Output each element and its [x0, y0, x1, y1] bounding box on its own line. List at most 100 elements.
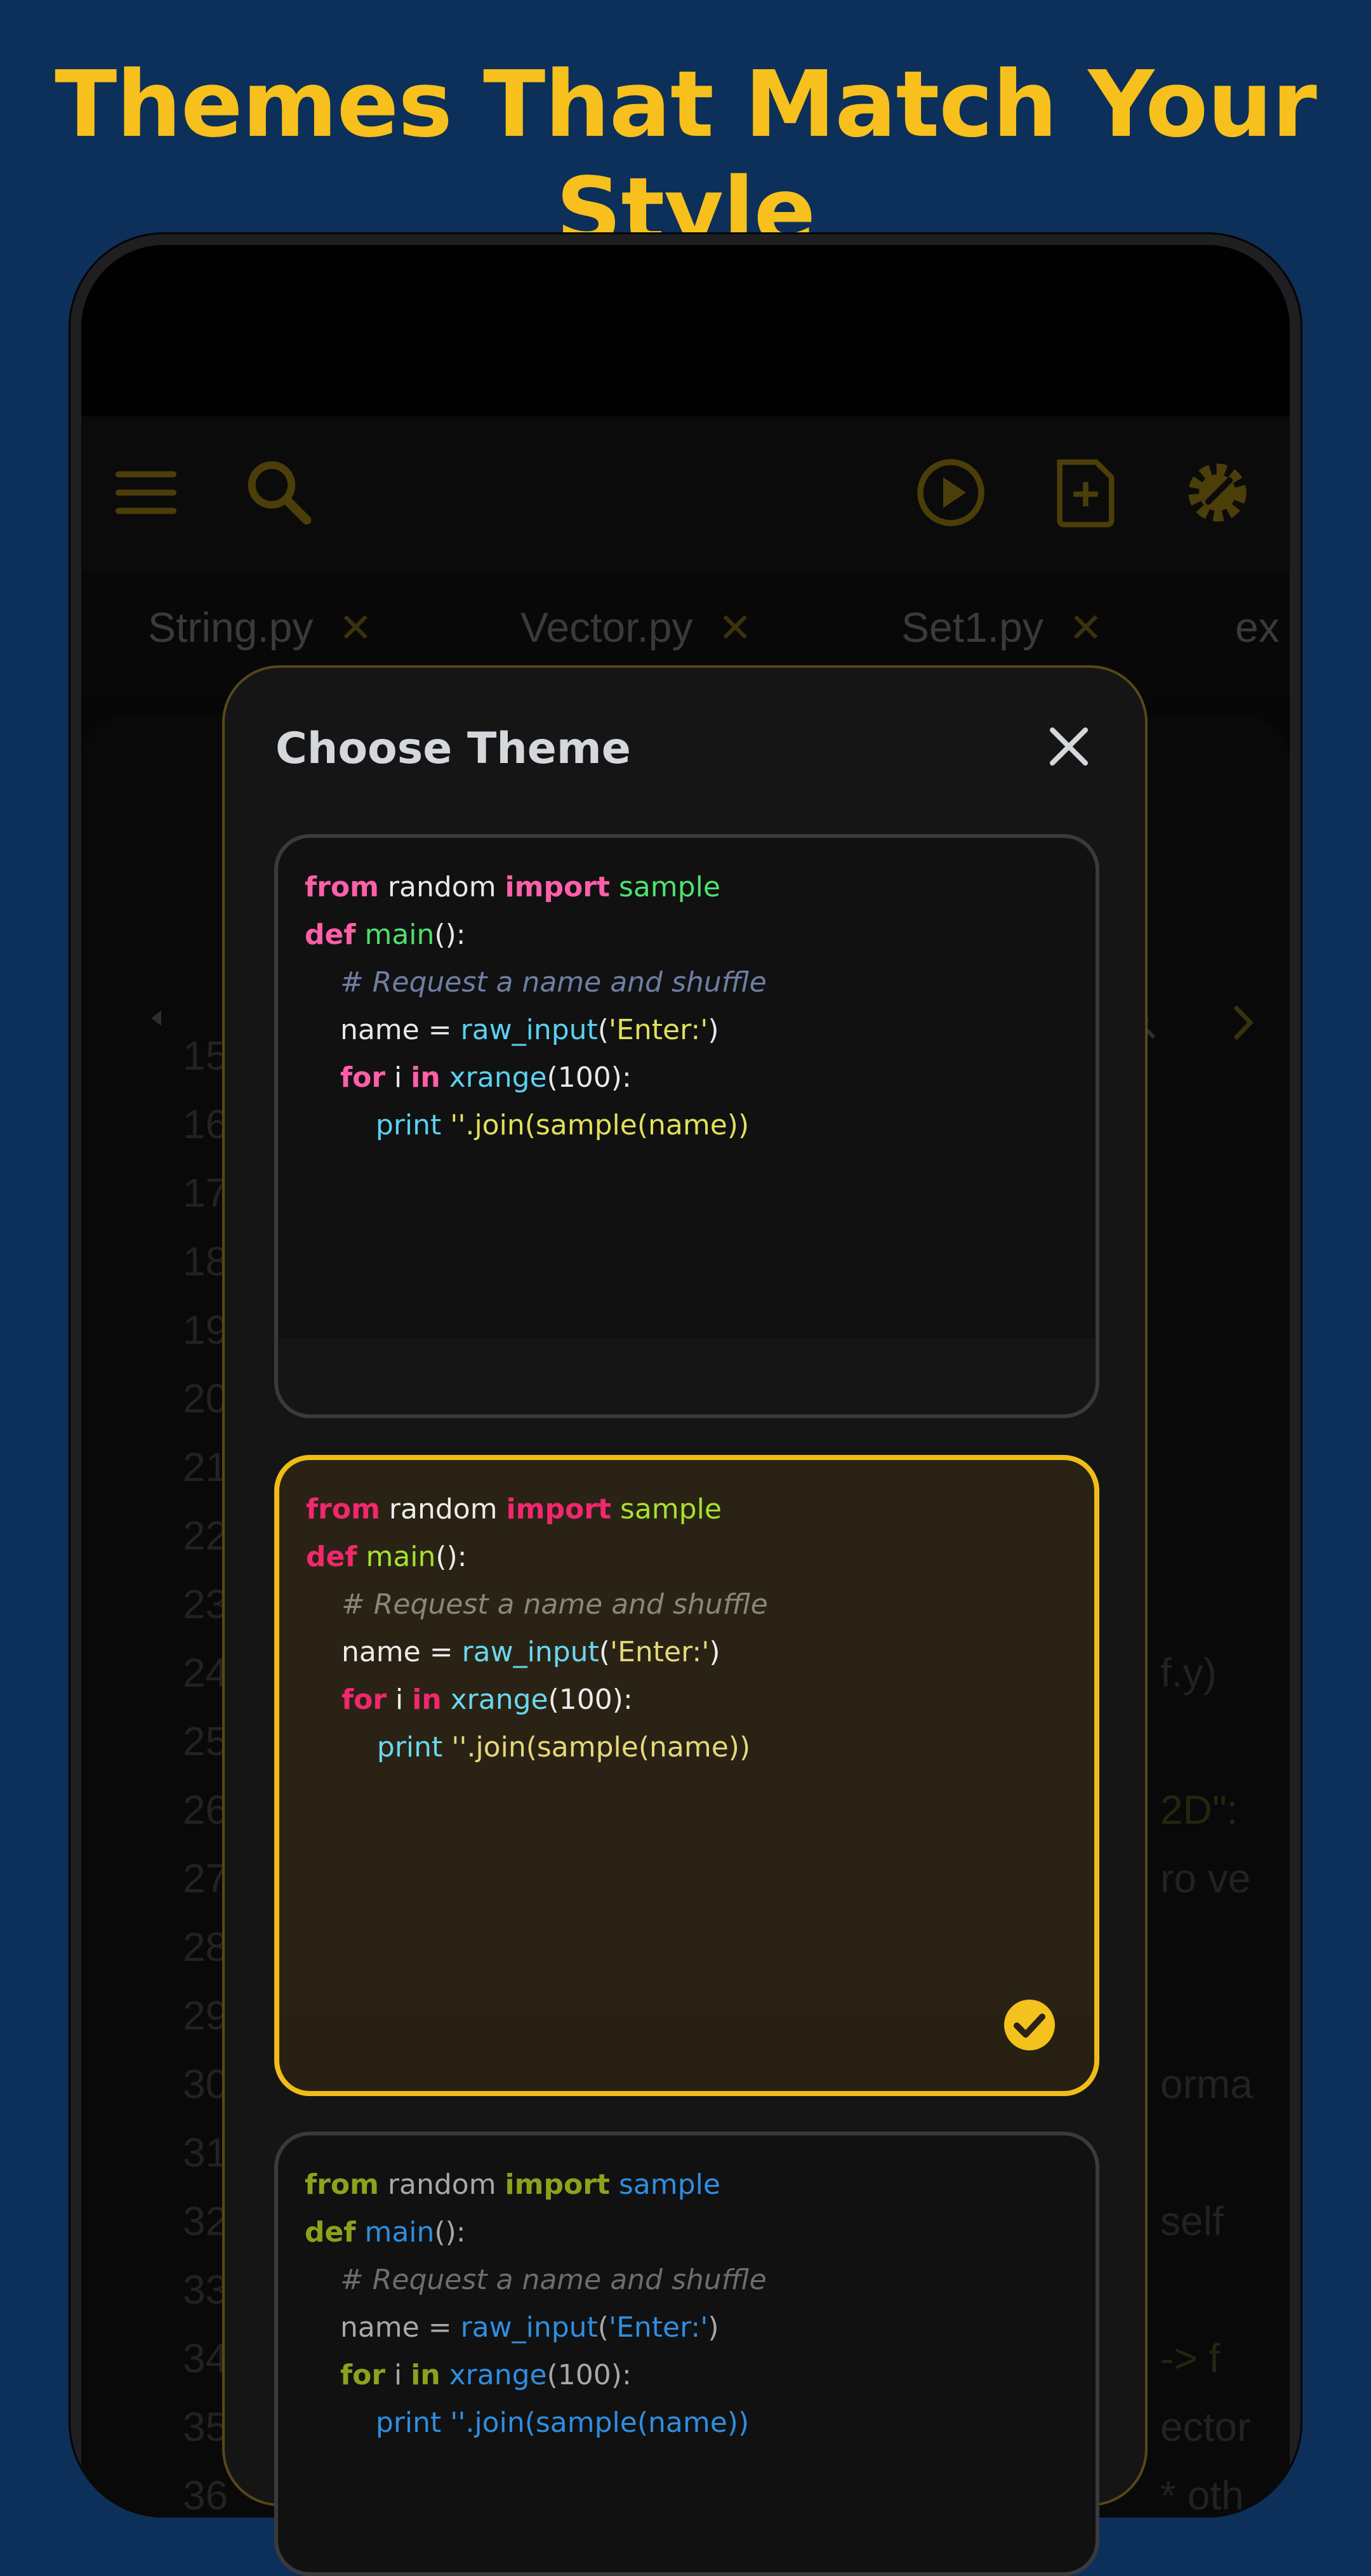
code-token: from: [306, 1493, 380, 1525]
code-line: name = raw_input('Enter:'): [305, 2304, 767, 2351]
theme-preview-code: from random import sample def main(): # R…: [305, 2161, 767, 2447]
code-token: import: [505, 871, 610, 903]
code-token: name =: [305, 2311, 461, 2344]
code-line: def main():: [305, 911, 767, 959]
code-token: raw_input: [460, 1014, 598, 1046]
code-token: name =: [306, 1636, 462, 1668]
choose-theme-dialog: Choose Theme from random import sample de…: [222, 665, 1148, 2576]
code-token: (100):: [546, 1061, 632, 1094]
code-token: name =: [305, 1014, 461, 1046]
code-token: from: [305, 871, 379, 903]
code-token: random: [378, 871, 505, 903]
code-token: for: [341, 1683, 387, 1716]
code-line: # Request a name and shuffle: [306, 1581, 768, 1628]
code-token: raw_input: [460, 2311, 598, 2344]
code-token: (: [597, 1014, 609, 1046]
code-line: name = raw_input('Enter:'): [305, 1006, 767, 1054]
code-token: 'Enter:': [608, 1014, 708, 1046]
code-line: for i in xrange(100):: [305, 1054, 767, 1101]
selected-check-icon: [1004, 2000, 1055, 2050]
code-token: 'Enter:': [608, 2311, 708, 2344]
card-footer: [278, 1338, 1096, 1414]
code-token: (: [599, 1636, 610, 1668]
code-token: main: [364, 919, 435, 951]
code-token: ''.join(sample(name)): [441, 1109, 750, 1141]
code-token: in: [411, 2359, 440, 2391]
code-line: for i in xrange(100):: [305, 2351, 767, 2399]
dialog-title: Choose Theme: [275, 724, 631, 774]
code-token: ): [708, 1014, 719, 1046]
code-token: main: [364, 2216, 435, 2248]
code-token: def: [305, 2216, 356, 2248]
code-token: i: [385, 2359, 411, 2391]
code-token: random: [380, 1493, 507, 1525]
code-token: ():: [434, 919, 466, 951]
code-token: (: [597, 2311, 609, 2344]
close-icon[interactable]: [1043, 721, 1094, 772]
code-token: for: [340, 2359, 386, 2391]
code-line: def main():: [305, 2208, 767, 2256]
code-token: xrange: [449, 2359, 547, 2391]
code-line: from random import sample: [306, 1485, 768, 1533]
code-token: print: [376, 1731, 443, 1763]
theme-card-2[interactable]: from random import sample def main(): # R…: [274, 1455, 1099, 2096]
code-token: def: [305, 919, 356, 951]
code-token: # Request a name and shuffle: [305, 2264, 767, 2296]
code-line: # Request a name and shuffle: [305, 959, 767, 1006]
code-token: main: [366, 1541, 436, 1573]
code-token: sample: [609, 871, 720, 903]
code-token: print: [375, 2407, 442, 2439]
code-line: print ''.join(sample(name)): [305, 2399, 767, 2447]
code-token: from: [305, 2168, 379, 2201]
code-token: for: [340, 1061, 386, 1094]
theme-card-3[interactable]: from random import sample def main(): # R…: [274, 2132, 1099, 2576]
code-token: (100):: [548, 1683, 633, 1716]
code-token: ''.join(sample(name)): [441, 2407, 750, 2439]
code-token: ): [709, 1636, 720, 1668]
code-token: sample: [609, 2168, 720, 2201]
code-token: 'Enter:': [609, 1636, 710, 1668]
code-line: from random import sample: [305, 2161, 767, 2208]
code-line: name = raw_input('Enter:'): [306, 1628, 768, 1676]
theme-preview-code: from random import sample def main(): # R…: [305, 863, 767, 1149]
code-token: ): [708, 2311, 719, 2344]
code-token: (100):: [546, 2359, 632, 2391]
code-token: ''.join(sample(name)): [442, 1731, 751, 1763]
code-line: print ''.join(sample(name)): [305, 1101, 767, 1149]
code-token: xrange: [449, 1061, 547, 1094]
code-token: # Request a name and shuffle: [305, 966, 767, 999]
code-token: def: [306, 1541, 357, 1573]
code-token: ():: [434, 2216, 466, 2248]
code-token: i: [387, 1683, 413, 1716]
code-token: raw_input: [461, 1636, 599, 1668]
code-line: print ''.join(sample(name)): [306, 1723, 768, 1771]
code-line: for i in xrange(100):: [306, 1676, 768, 1723]
code-token: import: [506, 1493, 611, 1525]
code-line: def main():: [306, 1533, 768, 1581]
theme-preview-code: from random import sample def main(): # R…: [306, 1485, 768, 1771]
theme-card-1[interactable]: from random import sample def main(): # R…: [274, 834, 1099, 1418]
code-token: in: [411, 1061, 440, 1094]
code-token: in: [412, 1683, 442, 1716]
code-token: ():: [435, 1541, 467, 1573]
code-token: # Request a name and shuffle: [306, 1588, 768, 1621]
code-token: random: [378, 2168, 505, 2201]
code-line: # Request a name and shuffle: [305, 2256, 767, 2304]
code-token: import: [505, 2168, 610, 2201]
code-token: print: [375, 1109, 442, 1141]
card-footer: [279, 2015, 1094, 2091]
code-token: sample: [611, 1493, 722, 1525]
code-token: xrange: [450, 1683, 548, 1716]
